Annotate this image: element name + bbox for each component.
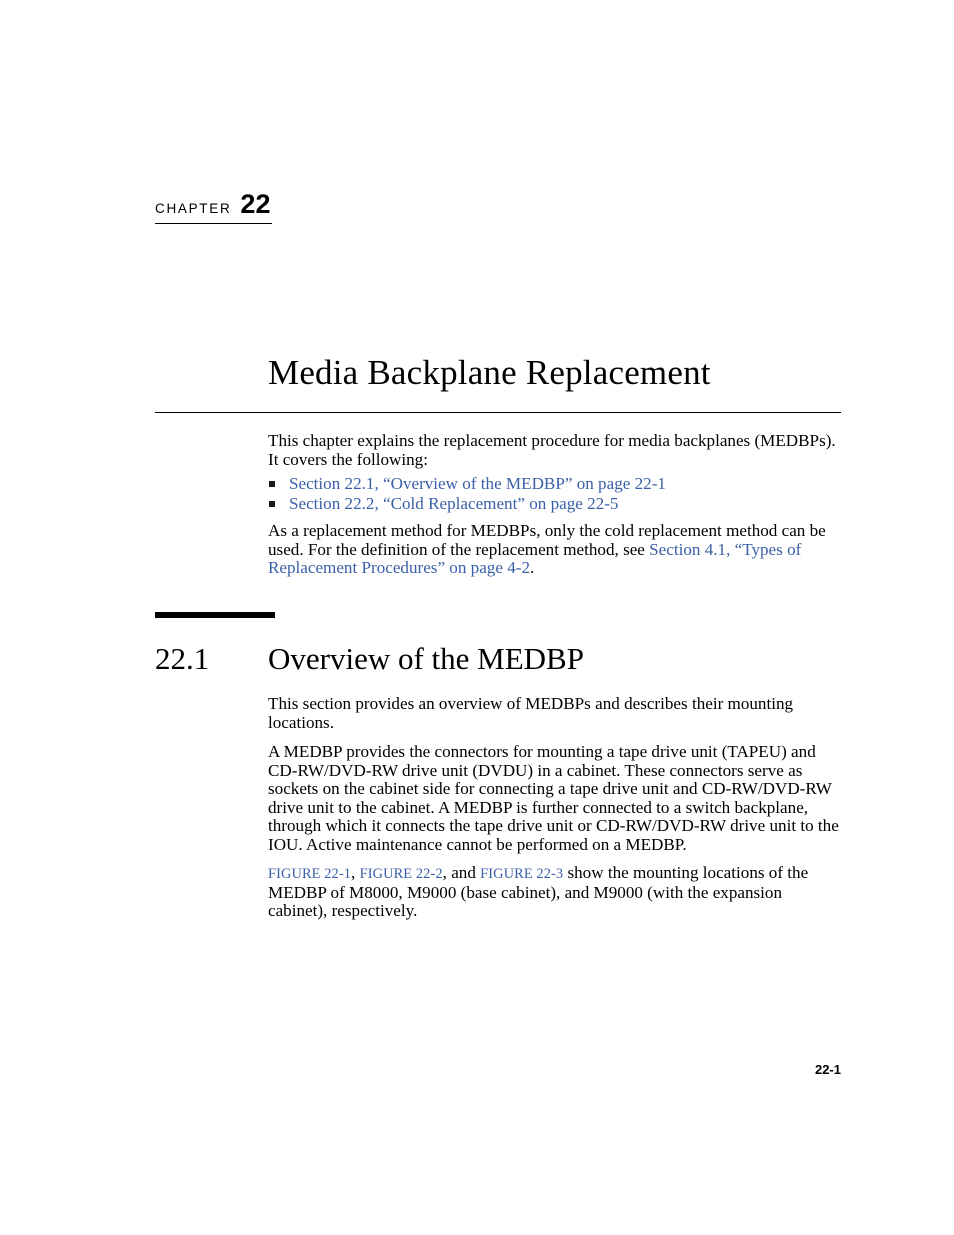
square-bullet-icon [269,500,275,507]
list-item[interactable]: Section 22.1, “Overview of the MEDBP” on… [268,474,841,494]
square-bullet-icon [269,481,275,487]
section-intro-paragraph: This section provides an overview of MED… [268,694,794,732]
figure-reference-block: FIGURE 22-1, FIGURE 22-2, and FIGURE 22-… [268,863,841,921]
section-description-block: A MEDBP provides the connectors for moun… [268,742,841,854]
figure-separator-2: , and [442,863,481,882]
chapter-number: 22 [240,189,271,219]
chapter-title: Media Backplane Replacement [268,353,711,393]
figure-link-22-2[interactable]: FIGURE 22-2 [360,866,443,882]
document-page: CHAPTER 22 Media Backplane Replacement T… [0,0,954,1235]
section-description-paragraph: A MEDBP provides the connectors for moun… [268,742,839,854]
replacement-method-paragraph: As a replacement method for MEDBPs, only… [268,521,841,578]
list-item[interactable]: Section 22.2, “Cold Replacement” on page… [268,494,841,514]
chapter-label-word: CHAPTER [155,201,232,216]
lead-paragraph-block: This chapter explains the replacement pr… [268,431,841,469]
chapter-contents-list: Section 22.1, “Overview of the MEDBP” on… [268,474,841,513]
replacement-method-block: As a replacement method for MEDBPs, only… [268,521,841,578]
footer-page-number: 22-1 [814,1062,841,1077]
figure-reference-paragraph: FIGURE 22-1, FIGURE 22-2, and FIGURE 22-… [268,863,841,921]
title-divider [155,412,841,414]
section-intro-block: This section provides an overview of MED… [268,694,841,732]
section-heading-rule [155,612,275,618]
lead-paragraph: This chapter explains the replacement pr… [268,431,836,469]
figure-link-22-1[interactable]: FIGURE 22-1 [268,866,351,882]
section-link-22-1[interactable]: Section 22.1, “Overview of the MEDBP” on… [289,474,666,493]
section-link-22-2[interactable]: Section 22.2, “Cold Replacement” on page… [289,494,618,513]
section-heading: 22.1 Overview of the MEDBP [155,641,584,677]
section-number: 22.1 [155,641,210,676]
replacement-method-text-after: . [530,558,535,577]
figure-separator-1: , [351,863,360,882]
section-title: Overview of the MEDBP [268,641,584,676]
figure-link-22-3[interactable]: FIGURE 22-3 [480,866,563,882]
chapter-label: CHAPTER 22 [155,191,272,224]
